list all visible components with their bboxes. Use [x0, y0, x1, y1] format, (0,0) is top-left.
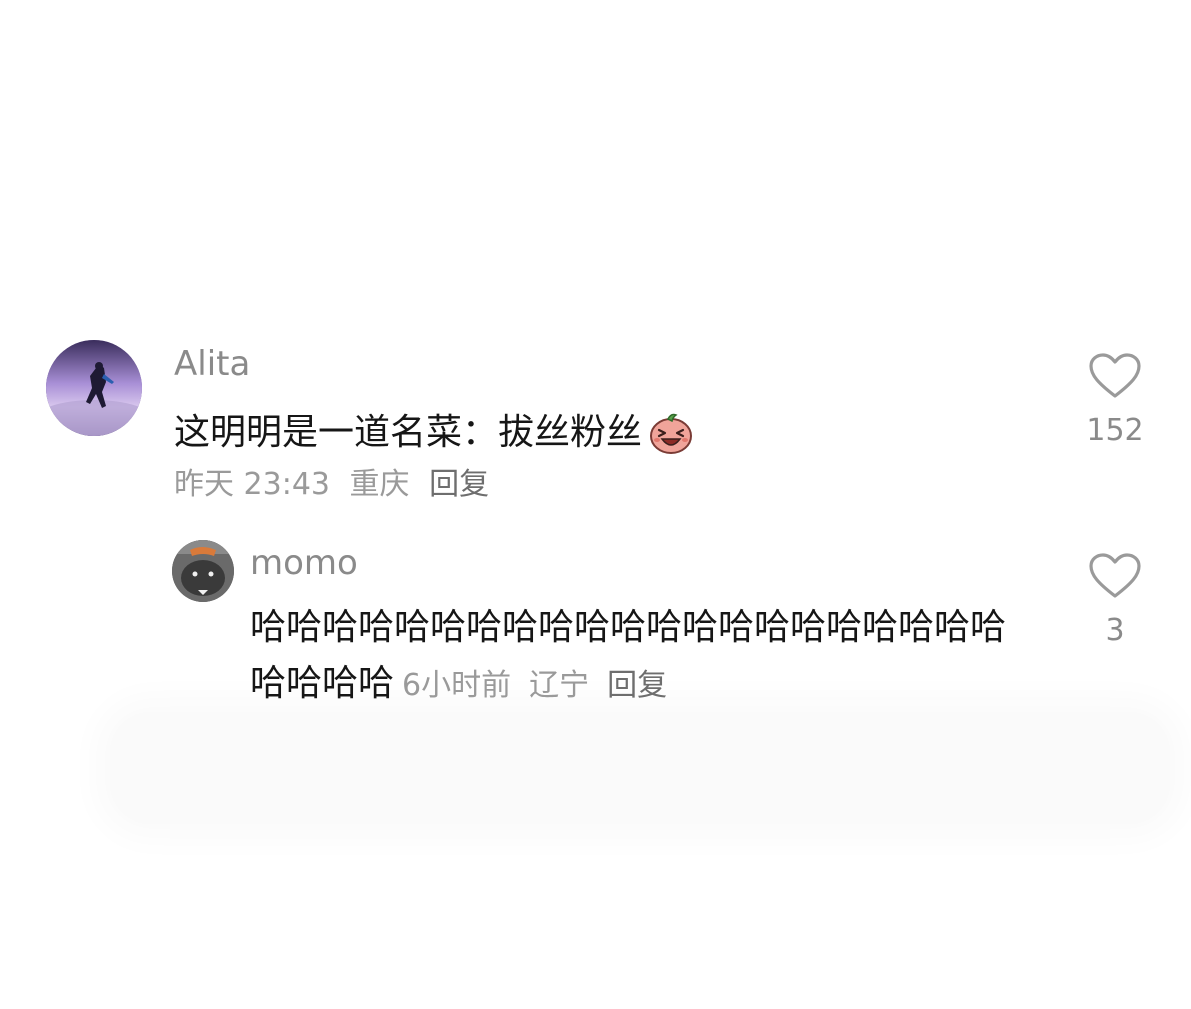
reply-reply-button[interactable]: 回复	[607, 668, 667, 703]
reply-like-button[interactable]: 3	[1080, 552, 1150, 648]
reply-username[interactable]: momo	[250, 543, 358, 583]
laughing-emoji-icon	[648, 410, 694, 456]
reply-like-count: 3	[1105, 613, 1125, 648]
reply-timestamp: 6小时前	[402, 668, 512, 703]
heart-outline-icon[interactable]	[1088, 352, 1142, 400]
background-panel	[110, 712, 1170, 824]
reply-meta: 6小时前 辽宁 回复	[402, 668, 667, 703]
comment-text: 这明明是一道名菜：拔丝粉丝	[174, 410, 694, 456]
avatar[interactable]	[46, 340, 142, 436]
timestamp: 昨天 23:43	[174, 467, 330, 502]
reply-button[interactable]: 回复	[429, 467, 489, 502]
heart-outline-icon[interactable]	[1088, 552, 1142, 600]
like-button[interactable]: 152	[1080, 352, 1150, 448]
comment-meta: 昨天 23:43 重庆 回复	[174, 466, 499, 504]
comment-body: 这明明是一道名菜：拔丝粉丝	[174, 412, 643, 453]
location: 重庆	[349, 467, 410, 502]
like-count: 152	[1086, 413, 1144, 448]
reply-avatar[interactable]	[172, 540, 234, 602]
comment-item: Alita 这明明是一道名菜：拔丝粉丝 昨天 23:43 重庆 回复 152	[0, 0, 1191, 520]
reply-location: 辽宁	[529, 668, 590, 703]
username[interactable]: Alita	[174, 344, 250, 384]
reply-text: 哈哈哈哈哈哈哈哈哈哈哈哈哈哈哈哈哈哈哈哈哈哈哈哈哈 6小时前 辽宁 回复	[250, 600, 1040, 714]
